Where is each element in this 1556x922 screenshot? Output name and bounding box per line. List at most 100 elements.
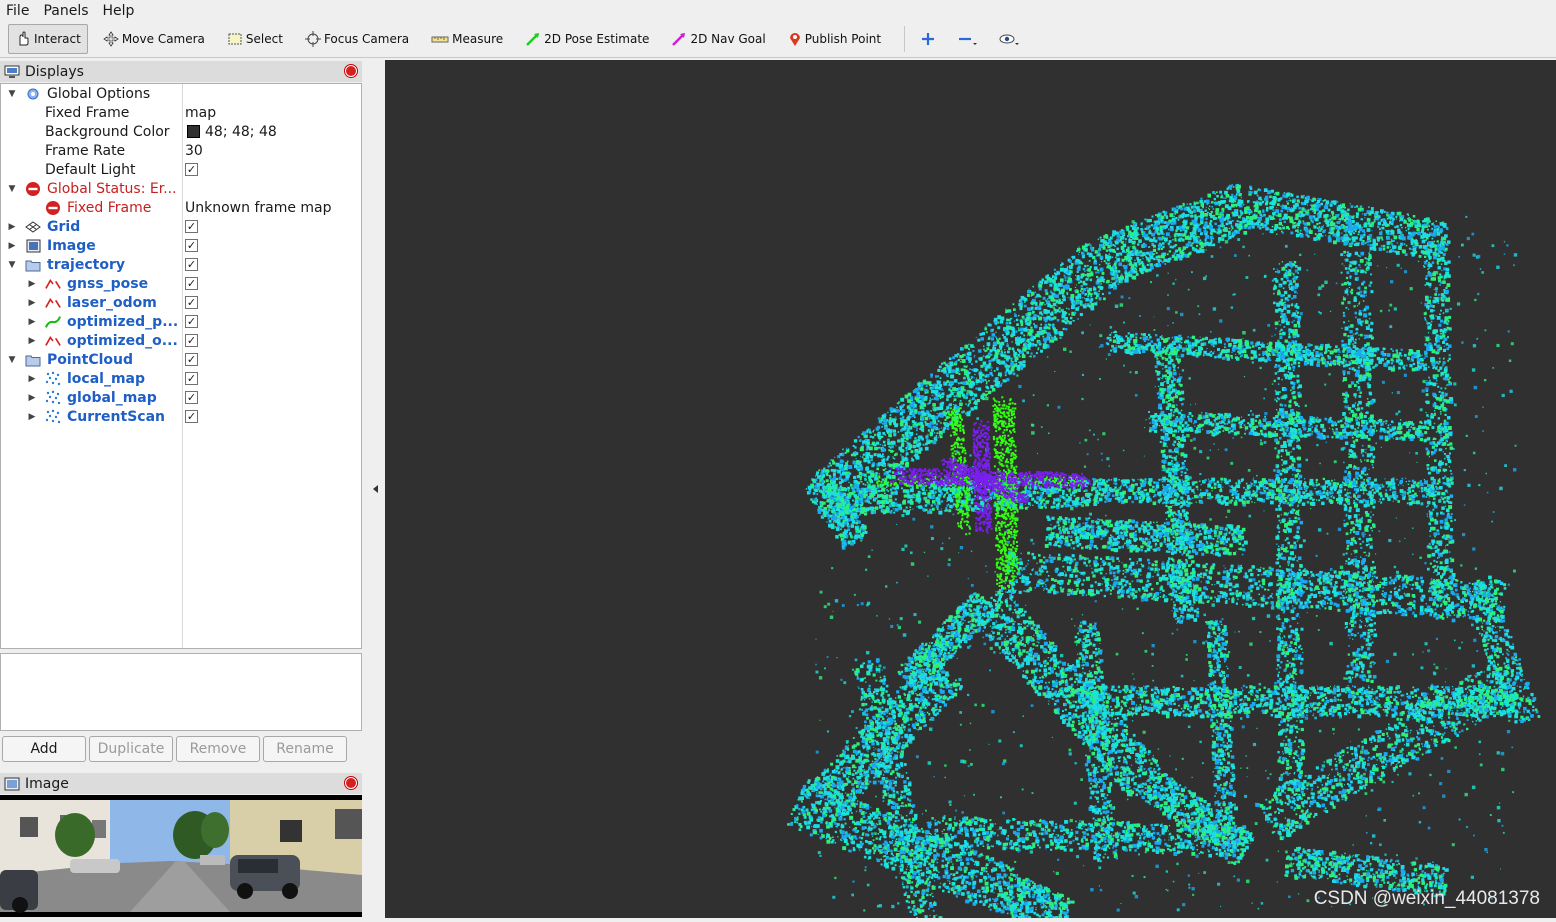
menu-help[interactable]: Help bbox=[103, 3, 135, 19]
duplicate-button[interactable]: Duplicate bbox=[89, 736, 173, 762]
enable-checkbox[interactable]: ✓ bbox=[185, 353, 198, 366]
tree-row[interactable]: ▶ optimized_o... ✓ bbox=[1, 331, 361, 350]
error-icon bbox=[25, 181, 41, 197]
expand-right-icon[interactable]: ▶ bbox=[27, 317, 37, 327]
enable-checkbox[interactable]: ✓ bbox=[185, 391, 198, 404]
color-swatch[interactable] bbox=[187, 125, 200, 138]
tree-row-label: Grid bbox=[47, 219, 80, 235]
select-icon bbox=[227, 31, 246, 47]
tree-row[interactable]: ▶ global_map ✓ bbox=[1, 388, 361, 407]
menu-bar: File Panels Help bbox=[0, 0, 1556, 21]
enable-checkbox[interactable]: ✓ bbox=[185, 163, 198, 176]
eye-icon[interactable] bbox=[991, 24, 1030, 54]
expand-right-icon[interactable]: ▶ bbox=[7, 222, 17, 232]
expand-right-icon[interactable]: ▶ bbox=[27, 412, 37, 422]
add-button[interactable]: Add bbox=[2, 736, 86, 762]
zoom-out-icon[interactable] bbox=[950, 24, 987, 54]
enable-checkbox[interactable]: ✓ bbox=[185, 277, 198, 290]
menu-file[interactable]: File bbox=[6, 3, 29, 19]
toolbar-separator bbox=[904, 26, 905, 52]
enable-checkbox[interactable]: ✓ bbox=[185, 258, 198, 271]
tool-2d-pose-estimate[interactable]: 2D Pose Estimate bbox=[518, 24, 656, 54]
tree-row[interactable]: ▼ trajectory ✓ bbox=[1, 255, 361, 274]
tree-row-label: Fixed Frame bbox=[45, 105, 129, 121]
remove-button[interactable]: Remove bbox=[176, 736, 260, 762]
expand-down-icon[interactable]: ▼ bbox=[7, 184, 17, 194]
tree-row-label: Frame Rate bbox=[45, 143, 125, 159]
interact-icon bbox=[15, 31, 34, 47]
expand-right-icon[interactable]: ▶ bbox=[27, 374, 37, 384]
tree-row-value[interactable]: map bbox=[185, 105, 216, 121]
tree-row[interactable]: Default Light ✓ bbox=[1, 160, 361, 179]
enable-checkbox[interactable]: ✓ bbox=[185, 372, 198, 385]
collapse-left-icon[interactable] bbox=[371, 483, 381, 495]
expand-right-icon[interactable]: ▶ bbox=[7, 241, 17, 251]
enable-checkbox[interactable]: ✓ bbox=[185, 334, 198, 347]
error-icon bbox=[45, 200, 61, 216]
tool-label: 2D Pose Estimate bbox=[544, 32, 649, 46]
tree-row[interactable]: ▼ PointCloud ✓ bbox=[1, 350, 361, 369]
tree-row-label: optimized_o... bbox=[67, 333, 178, 349]
expand-right-icon[interactable]: ▶ bbox=[27, 336, 37, 346]
tree-row[interactable]: ▼ Global Status: Er... bbox=[1, 179, 361, 198]
tree-row[interactable]: Background Color 48; 48; 48 bbox=[1, 122, 361, 141]
menu-panels[interactable]: Panels bbox=[43, 3, 88, 19]
tree-row[interactable]: ▶ optimized_p... ✓ bbox=[1, 312, 361, 331]
tree-row-value[interactable]: Unknown frame map bbox=[185, 200, 332, 216]
3d-viewport[interactable]: CSDN @weixin_44081378 bbox=[385, 60, 1556, 918]
tool-measure[interactable]: Measure bbox=[424, 24, 510, 54]
grid-icon bbox=[25, 219, 41, 235]
expand-right-icon[interactable]: ▶ bbox=[27, 279, 37, 289]
tool-publish-point[interactable]: Publish Point bbox=[781, 24, 888, 54]
tree-row-value[interactable]: 48; 48; 48 bbox=[205, 124, 277, 140]
expand-right-icon[interactable]: ▶ bbox=[27, 298, 37, 308]
tree-row[interactable]: Fixed Frame map bbox=[1, 103, 361, 122]
expand-right-icon[interactable]: ▶ bbox=[27, 393, 37, 403]
path-red-icon bbox=[45, 276, 61, 292]
focus-camera-icon bbox=[305, 31, 324, 47]
tree-row-value[interactable]: 30 bbox=[185, 143, 203, 159]
tree-row-label: gnss_pose bbox=[67, 276, 148, 292]
tool-move-camera[interactable]: Move Camera bbox=[96, 24, 212, 54]
enable-checkbox[interactable]: ✓ bbox=[185, 220, 198, 233]
expand-down-icon[interactable]: ▼ bbox=[7, 355, 17, 365]
tree-row[interactable]: ▶ gnss_pose ✓ bbox=[1, 274, 361, 293]
tree-row[interactable]: Fixed Frame Unknown frame map bbox=[1, 198, 361, 217]
tool-label: Measure bbox=[452, 32, 503, 46]
tree-row[interactable]: ▶ Grid ✓ bbox=[1, 217, 361, 236]
close-displays-icon[interactable] bbox=[344, 64, 358, 78]
tool-interact[interactable]: Interact bbox=[8, 24, 88, 54]
expand-down-icon[interactable]: ▼ bbox=[7, 260, 17, 270]
point-cloud-points bbox=[787, 184, 1540, 918]
street-scene-image bbox=[0, 795, 362, 917]
point-cloud-map bbox=[385, 60, 1556, 918]
tree-row[interactable]: ▶ local_map ✓ bbox=[1, 369, 361, 388]
tool-select[interactable]: Select bbox=[220, 24, 290, 54]
expand-down-icon[interactable]: ▼ bbox=[7, 89, 17, 99]
tool-focus-camera[interactable]: Focus Camera bbox=[298, 24, 416, 54]
panel-splitter[interactable] bbox=[362, 60, 385, 918]
tree-row-label: local_map bbox=[67, 371, 145, 387]
watermark: CSDN @weixin_44081378 bbox=[1314, 888, 1540, 910]
publish-point-icon bbox=[788, 31, 805, 47]
enable-checkbox[interactable]: ✓ bbox=[185, 296, 198, 309]
enable-checkbox[interactable]: ✓ bbox=[185, 410, 198, 423]
tree-row[interactable]: Frame Rate 30 bbox=[1, 141, 361, 160]
tree-row[interactable]: ▶ laser_odom ✓ bbox=[1, 293, 361, 312]
tool-label: Move Camera bbox=[122, 32, 205, 46]
tool-2d-nav-goal[interactable]: 2D Nav Goal bbox=[664, 24, 772, 54]
tree-row[interactable]: ▼ Global Options bbox=[1, 84, 361, 103]
tree-row-label: Background Color bbox=[45, 124, 170, 140]
close-image-icon[interactable] bbox=[344, 776, 358, 790]
path-green-icon bbox=[45, 314, 61, 330]
zoom-in-icon[interactable] bbox=[913, 24, 946, 54]
monitor-icon bbox=[4, 64, 20, 80]
tree-row-label: Fixed Frame bbox=[67, 200, 151, 216]
enable-checkbox[interactable]: ✓ bbox=[185, 239, 198, 252]
enable-checkbox[interactable]: ✓ bbox=[185, 315, 198, 328]
tree-row-label: optimized_p... bbox=[67, 314, 178, 330]
path-red-icon bbox=[45, 333, 61, 349]
tree-row[interactable]: ▶ Image ✓ bbox=[1, 236, 361, 255]
rename-button[interactable]: Rename bbox=[263, 736, 347, 762]
tree-row[interactable]: ▶ CurrentScan ✓ bbox=[1, 407, 361, 426]
